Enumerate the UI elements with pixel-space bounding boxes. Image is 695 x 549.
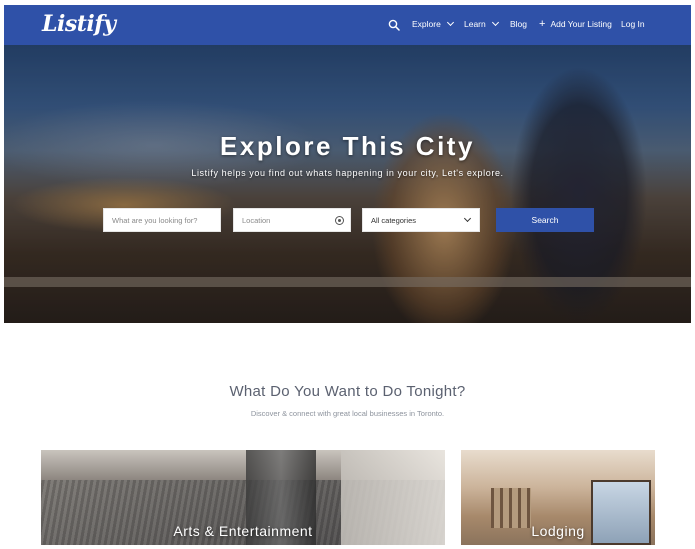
search-icon[interactable] xyxy=(388,19,400,31)
keyword-input[interactable]: What are you looking for? xyxy=(103,208,221,232)
nav-add-listing[interactable]: + Add Your Listing xyxy=(539,18,612,30)
hero-subtitle: Listify helps you find out whats happeni… xyxy=(191,168,504,178)
nav-add-listing-label: Add Your Listing xyxy=(550,19,612,29)
crosshair-icon[interactable] xyxy=(335,216,344,225)
search-button[interactable]: Search xyxy=(496,208,594,232)
hero-title: Explore This City xyxy=(220,131,475,161)
section-subtitle: Discover & connect with great local busi… xyxy=(250,409,445,418)
nav-explore[interactable]: Explore xyxy=(412,18,454,29)
location-input-placeholder: Location xyxy=(242,215,271,225)
chevron-down-icon xyxy=(446,18,454,27)
location-input[interactable]: Location xyxy=(233,208,351,232)
keyword-input-placeholder: What are you looking for? xyxy=(112,215,198,225)
card-image-detail xyxy=(491,488,531,528)
nav-blog[interactable]: Blog xyxy=(510,19,527,29)
plus-icon: + xyxy=(539,18,546,30)
nav-learn-label: Learn xyxy=(464,19,486,29)
nav-login[interactable]: Log In xyxy=(621,19,645,29)
category-card-arts-entertainment[interactable]: Arts & Entertainment xyxy=(41,450,445,545)
nav-learn[interactable]: Learn xyxy=(464,18,499,29)
category-card-lodging[interactable]: Lodging xyxy=(461,450,655,545)
category-select-value: All categories xyxy=(371,215,417,225)
site-header: Listify Explore Learn Blog + Add Your Li… xyxy=(4,5,691,45)
hero-banner: Explore This City Listify helps you find… xyxy=(4,45,691,323)
chevron-down-icon xyxy=(491,18,499,27)
page-frame: Listify Explore Learn Blog + Add Your Li… xyxy=(4,5,691,545)
category-card-label: Lodging xyxy=(531,523,585,539)
nav-explore-label: Explore xyxy=(412,19,441,29)
hero-railing xyxy=(4,277,691,287)
chevron-down-icon xyxy=(463,214,472,223)
nav-blog-label: Blog xyxy=(510,19,528,29)
category-select[interactable]: All categories xyxy=(362,208,480,232)
nav-login-label: Log In xyxy=(621,19,645,29)
section-title: What Do You Want to Do Tonight? xyxy=(229,383,466,400)
category-card-label: Arts & Entertainment xyxy=(173,523,313,539)
site-logo[interactable]: Listify xyxy=(42,11,116,37)
